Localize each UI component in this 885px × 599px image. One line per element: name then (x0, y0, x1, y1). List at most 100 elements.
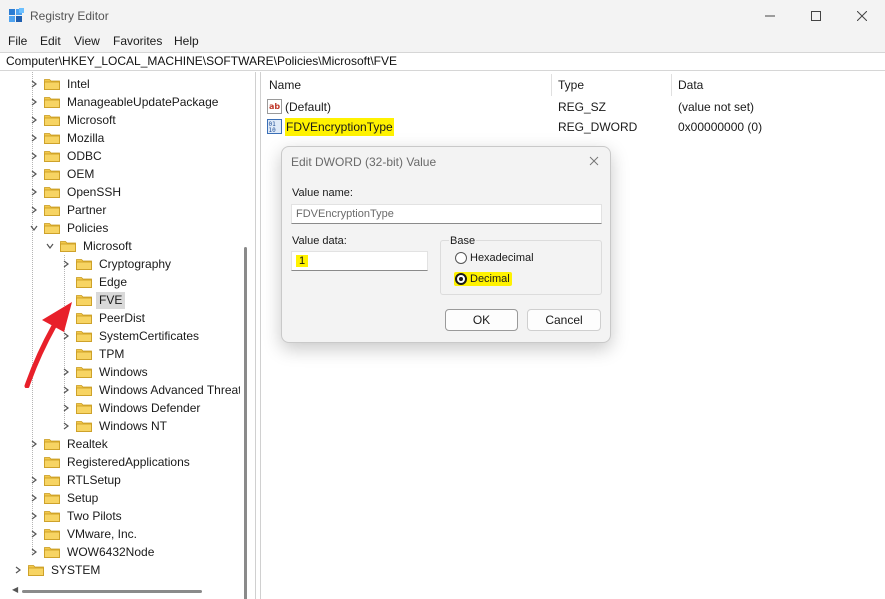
chevron-right-icon[interactable] (28, 204, 40, 216)
column-header-data[interactable]: Data (678, 72, 703, 98)
chevron-right-icon[interactable] (28, 168, 40, 180)
tree-item-label: OpenSSH (67, 184, 122, 199)
chevron-right-icon[interactable] (12, 564, 24, 576)
chevron-right-icon[interactable] (28, 528, 40, 540)
radio-hexadecimal[interactable]: Hexadecimal (455, 252, 534, 264)
tree-horizontal-scrollbar[interactable]: ◀ (0, 582, 240, 599)
tree-item-mozilla[interactable]: Mozilla (28, 129, 107, 147)
tree-item-oem[interactable]: OEM (28, 165, 97, 183)
menu-edit[interactable]: Edit (40, 34, 61, 48)
base-groupbox (440, 240, 602, 295)
tree-item-setup[interactable]: Setup (28, 489, 101, 507)
menu-favorites[interactable]: Favorites (113, 34, 162, 48)
tree-item-policies[interactable]: Policies (28, 219, 111, 237)
value-name: FDVEncryptionType (285, 118, 394, 136)
chevron-right-icon[interactable] (28, 510, 40, 522)
value-data-field[interactable]: 1 (291, 251, 428, 271)
value-type: REG_SZ (558, 100, 607, 114)
tree-item-microsoft[interactable]: Microsoft (28, 111, 119, 129)
radio-selected-icon[interactable] (455, 273, 467, 285)
tree-horizontal-scroll-thumb[interactable] (22, 590, 202, 593)
chevron-right-icon[interactable] (28, 96, 40, 108)
tree-item-windows-defender[interactable]: Windows Defender (60, 399, 203, 417)
ok-button[interactable]: OK (445, 309, 518, 331)
tree-item-label: Two Pilots (67, 508, 122, 523)
tree-item-cryptography[interactable]: Cryptography (60, 255, 174, 273)
tree-vertical-scrollbar[interactable] (244, 247, 247, 599)
tree-item-realtek[interactable]: Realtek (28, 435, 111, 453)
close-button[interactable] (839, 0, 885, 32)
chevron-right-icon[interactable] (28, 132, 40, 144)
dialog-close-button[interactable] (586, 153, 602, 169)
value-data: 0x00000000 (0) (678, 120, 763, 134)
tree-item-label: SYSTEM (51, 562, 101, 577)
chevron-right-icon[interactable] (28, 114, 40, 126)
menu-help[interactable]: Help (174, 34, 199, 48)
tree-item-systemcertificates[interactable]: SystemCertificates (60, 327, 202, 345)
tree-item-partner[interactable]: Partner (28, 201, 109, 219)
tree-item-label: RegisteredApplications (67, 454, 190, 469)
tree-item-label: Intel (67, 76, 90, 91)
radio-decimal-label: Decimal (470, 273, 510, 285)
folder-icon (76, 276, 92, 288)
value-row[interactable]: ab (Default) REG_SZ (value not set) (261, 98, 881, 116)
tree-item-odbc[interactable]: ODBC (28, 147, 105, 165)
folder-icon (44, 150, 60, 162)
tree-item-rtlsetup[interactable]: RTLSetup (28, 471, 124, 489)
folder-icon (44, 132, 60, 144)
chevron-right-icon[interactable] (60, 258, 72, 270)
tree-item-intel[interactable]: Intel (28, 75, 93, 93)
menu-file[interactable]: File (8, 34, 27, 48)
scroll-left-icon[interactable]: ◀ (12, 585, 18, 594)
maximize-button[interactable] (793, 0, 839, 32)
folder-icon (44, 78, 60, 90)
tree-item-label: Partner (67, 202, 107, 217)
minimize-button[interactable] (747, 0, 793, 32)
tree-item-registeredapplications[interactable]: RegisteredApplications (28, 453, 193, 471)
column-header-type[interactable]: Type (558, 72, 584, 98)
chevron-right-icon[interactable] (60, 420, 72, 432)
tree-item-wow6432node[interactable]: WOW6432Node (28, 543, 157, 561)
tree-item-vmware-inc[interactable]: VMware, Inc. (28, 525, 140, 543)
tree-item-label: Cryptography (99, 256, 172, 271)
chevron-down-icon[interactable] (44, 240, 56, 252)
chevron-right-icon[interactable] (28, 492, 40, 504)
chevron-right-icon[interactable] (28, 78, 40, 90)
registry-editor-icon (9, 8, 24, 23)
radio-decimal[interactable]: Decimal (454, 272, 512, 286)
tree-item-label: Windows (99, 364, 148, 379)
tree-item-openssh[interactable]: OpenSSH (28, 183, 124, 201)
tree-item-label: PeerDist (99, 310, 146, 325)
value-row[interactable]: 01 10 FDVEncryptionType REG_DWORD 0x0000… (261, 118, 881, 136)
column-header-name[interactable]: Name (269, 72, 301, 98)
tree-item-system[interactable]: SYSTEM (12, 561, 103, 579)
tree-item-manageableupdatepackage[interactable]: ManageableUpdatePackage (28, 93, 221, 111)
binary-value-icon: 01 10 (267, 119, 282, 134)
tree-item-microsoft[interactable]: Microsoft (44, 237, 135, 255)
folder-icon (44, 186, 60, 198)
tree-item-windows-advanced-threat[interactable]: Windows Advanced Threat (60, 381, 240, 399)
tree-item-label: Setup (67, 490, 99, 505)
chevron-right-icon[interactable] (28, 186, 40, 198)
tree-item-two-pilots[interactable]: Two Pilots (28, 507, 125, 525)
menu-view[interactable]: View (74, 34, 100, 48)
chevron-right-icon[interactable] (28, 546, 40, 558)
chevron-down-icon[interactable] (28, 222, 40, 234)
chevron-right-icon[interactable] (60, 402, 72, 414)
folder-icon (44, 438, 60, 450)
column-divider[interactable] (671, 74, 672, 96)
column-divider[interactable] (551, 74, 552, 96)
radio-unselected-icon[interactable] (455, 252, 467, 264)
tree-item-label: Mozilla (67, 130, 105, 145)
dialog-title: Edit DWORD (32-bit) Value (291, 155, 437, 169)
value-name-field[interactable]: FDVEncryptionType (291, 204, 602, 224)
chevron-right-icon[interactable] (28, 438, 40, 450)
chevron-right-icon[interactable] (28, 150, 40, 162)
tree-item-windows-nt[interactable]: Windows NT (60, 417, 170, 435)
chevron-right-icon[interactable] (28, 474, 40, 486)
tree-item-label: RTLSetup (67, 472, 121, 487)
address-bar[interactable]: Computer\HKEY_LOCAL_MACHINE\SOFTWARE\Pol… (0, 52, 885, 71)
tree-item-edge[interactable]: Edge (60, 273, 130, 291)
cancel-button[interactable]: Cancel (527, 309, 601, 331)
